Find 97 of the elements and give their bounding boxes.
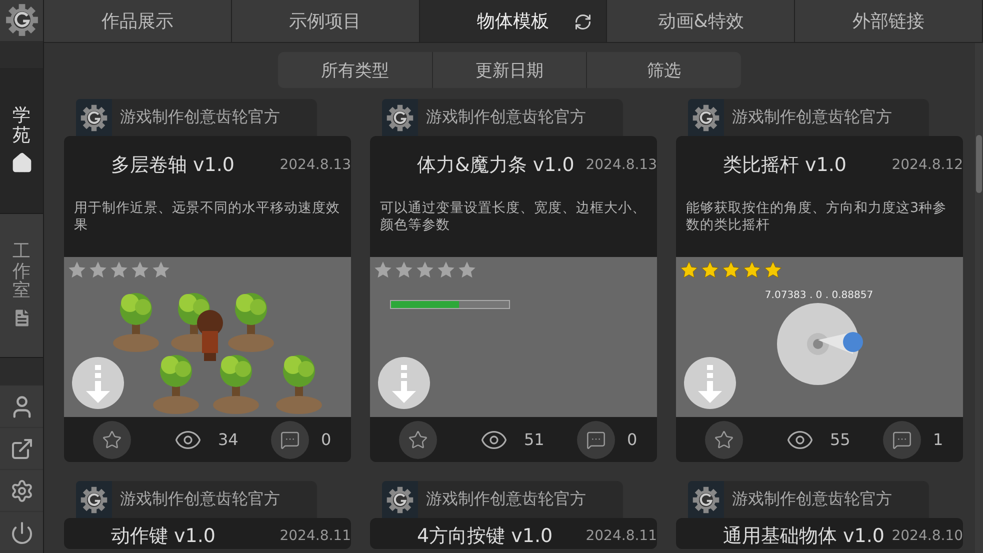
comment-button[interactable]: [271, 420, 309, 458]
star-outline-icon: [408, 430, 428, 450]
star-icon: [130, 260, 150, 280]
comment-count: 0: [321, 430, 332, 449]
gear-logo-icon: [692, 486, 720, 514]
card-title: 4方向按键 v1.0: [417, 524, 553, 549]
gear-logo-icon: [4, 3, 38, 38]
card-background[interactable]: 4方向按键 v1.0 2024.8.11: [370, 518, 657, 549]
card-background[interactable]: 多层卷轴 v1.0 2024.8.13 用于制作近景、远景不同的水平移动速度效果 34 0: [64, 136, 351, 462]
character-drawing: [197, 310, 223, 361]
card-background[interactable]: 通用基础物体 v1.0 2024.8.10: [676, 518, 963, 549]
card-description: 能够获取按住的角度、方向和力度这3种参数的类比摇杆: [685, 199, 948, 235]
view-count: 51: [524, 430, 546, 449]
star-icon: [373, 260, 393, 280]
card-title: 动作键 v1.0: [111, 524, 216, 549]
home-icon: [10, 152, 32, 174]
star-icon: [436, 260, 456, 280]
potted-tree-drawing: [213, 355, 259, 414]
settings-icon: [10, 478, 34, 503]
profile-button[interactable]: [0, 385, 43, 428]
power-icon: [10, 520, 34, 545]
star-icon: [109, 260, 129, 280]
gear-logo-icon: [692, 104, 720, 132]
gear-logo-icon: [386, 104, 414, 132]
card-title: 通用基础物体 v1.0: [723, 524, 884, 549]
gear-logo-icon: [80, 104, 108, 132]
card-description: 可以通过变量设置长度、宽度、边框大小、颜色等参数: [379, 199, 647, 235]
settings-button[interactable]: [0, 469, 43, 512]
comment-count: 1: [933, 430, 944, 449]
card-date: 2024.8.12: [892, 157, 963, 173]
star-icon: [457, 260, 477, 280]
sidebar-nav-item[interactable]: 学苑: [0, 68, 43, 214]
tab[interactable]: 作品展示: [44, 0, 232, 43]
star-icon: [763, 260, 783, 280]
power-button[interactable]: [0, 511, 43, 553]
tab[interactable]: 物体模板: [420, 0, 608, 43]
card-description: 用于制作近景、远景不同的水平移动速度效果: [73, 199, 341, 235]
star-icon: [679, 260, 699, 280]
comment-icon: [280, 430, 300, 450]
card-title: 类比摇杆 v1.0: [723, 153, 846, 178]
favorite-button[interactable]: [399, 420, 437, 458]
card-date: 2024.8.11: [280, 528, 351, 544]
external-link-icon: [10, 436, 34, 461]
favorite-button[interactable]: [93, 420, 131, 458]
favorite-button[interactable]: [705, 420, 743, 458]
author-name: 游戏制作创意齿轮官方: [426, 107, 586, 128]
potted-tree-drawing: [228, 293, 274, 352]
author-name: 游戏制作创意齿轮官方: [120, 107, 280, 128]
star-icon: [67, 260, 87, 280]
star-outline-icon: [714, 430, 734, 450]
star-icon: [151, 260, 171, 280]
gear-logo-icon: [80, 486, 108, 514]
gear-logo-icon: [386, 486, 414, 514]
joystick-reading: 7.07383 . 0 . 0.88857: [764, 290, 874, 301]
view-count: 34: [218, 430, 240, 449]
refresh-icon[interactable]: [574, 13, 592, 31]
comment-button[interactable]: [883, 420, 921, 458]
share-button[interactable]: [0, 427, 43, 470]
card-date: 2024.8.13: [586, 157, 657, 173]
scrollbar-thumb[interactable]: [976, 135, 982, 193]
author-name: 游戏制作创意齿轮官方: [732, 489, 892, 510]
potted-tree-drawing: [276, 355, 322, 414]
card-background[interactable]: 体力&魔力条 v1.0 2024.8.13 可以通过变量设置长度、宽度、边框大小、颜色等参数 51 0: [370, 136, 657, 462]
download-icon[interactable]: [684, 357, 736, 409]
tab[interactable]: 示例项目: [232, 0, 420, 43]
potted-tree-drawing: [153, 355, 199, 414]
card-background[interactable]: 类比摇杆 v1.0 2024.8.12 能够获取按住的角度、方向和力度这3种参数的类比摇杆 7.07383 . 0 . 0.88857 55 1: [676, 136, 963, 462]
potted-tree-drawing: [113, 293, 159, 352]
tab[interactable]: 外部链接: [795, 0, 983, 43]
card-background[interactable]: 动作键 v1.0 2024.8.11: [64, 518, 351, 549]
comment-button[interactable]: [577, 420, 615, 458]
star-icon: [700, 260, 720, 280]
card-title: 体力&魔力条 v1.0: [417, 153, 574, 178]
star-icon: [415, 260, 435, 280]
sidebar-label: 工作室: [12, 242, 30, 302]
download-icon[interactable]: [378, 357, 430, 409]
card-title: 多层卷轴 v1.0: [111, 153, 234, 178]
star-outline-icon: [102, 430, 122, 450]
scrollbar[interactable]: [975, 43, 983, 553]
comment-icon: [892, 430, 912, 450]
author-name: 游戏制作创意齿轮官方: [120, 489, 280, 510]
star-icon: [394, 260, 414, 280]
author-name: 游戏制作创意齿轮官方: [426, 489, 586, 510]
author-name: 游戏制作创意齿轮官方: [732, 107, 892, 128]
star-icon: [742, 260, 762, 280]
star-icon: [88, 260, 108, 280]
download-icon[interactable]: [72, 357, 124, 409]
tab[interactable]: 动画&特效: [607, 0, 796, 43]
comment-icon: [586, 430, 606, 450]
sidebar-nav-item[interactable]: 工作室: [0, 214, 43, 358]
sidebar-label: 学苑: [12, 106, 30, 146]
comment-count: 0: [627, 430, 638, 449]
view-count: 55: [830, 430, 852, 449]
card-date: 2024.8.11: [586, 528, 657, 544]
star-icon: [721, 260, 741, 280]
card-date: 2024.8.10: [892, 528, 963, 544]
card-date: 2024.8.13: [280, 157, 351, 173]
